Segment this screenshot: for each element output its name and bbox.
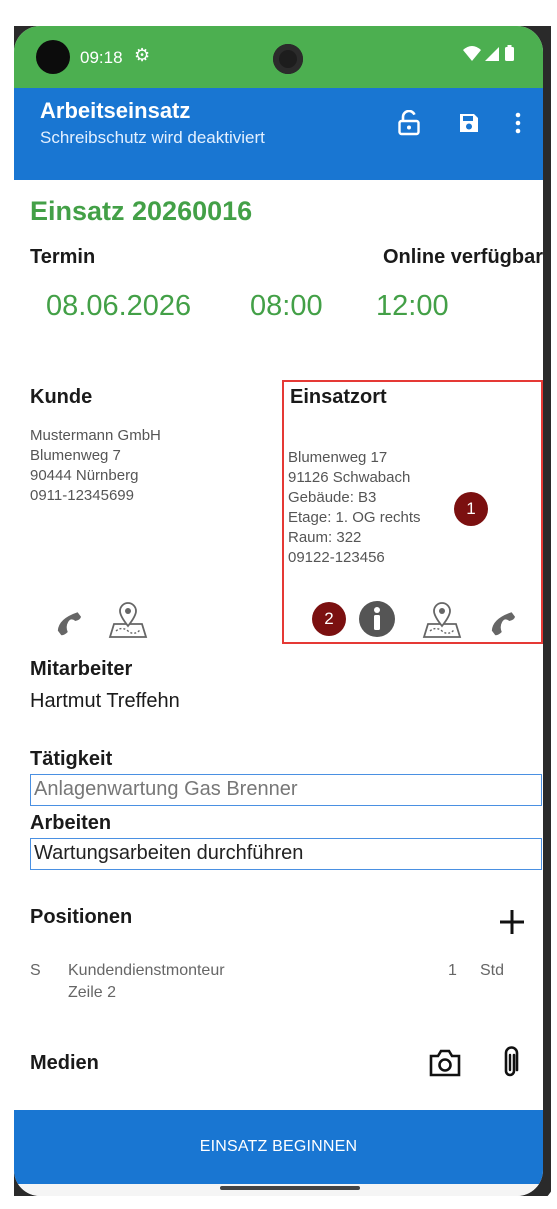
wifi-signal-battery-icon (463, 45, 514, 61)
frame-top-edge (0, 0, 557, 26)
position-name: Kundendienstmonteur (68, 962, 225, 979)
einsatzort-address: Blumenweg 17 91126 Schwabach Gebäude: B3… (288, 449, 421, 566)
status-bar: 09:18 ⚙ (14, 26, 543, 88)
frame-right-edge (551, 0, 557, 1209)
einsatz-title: Einsatz 20260016 (30, 196, 253, 226)
arbeiten-field[interactable]: Wartungsarbeiten durchführen (30, 838, 542, 870)
save-icon[interactable] (452, 106, 486, 140)
signal-battery-icons (461, 44, 523, 69)
device-frame: 09:18 ⚙ Arbeitseinsatz Schreibschutz wir… (0, 0, 557, 1209)
frame-bottom-edge (0, 1196, 557, 1209)
camera-icon[interactable] (428, 1048, 462, 1078)
screen: 09:18 ⚙ Arbeitseinsatz Schreibschutz wir… (14, 26, 543, 1196)
add-position-icon[interactable] (498, 908, 526, 936)
frame-left-edge (0, 0, 14, 1209)
termin-end-time[interactable]: 12:00 (376, 290, 449, 323)
unlock-icon[interactable] (392, 106, 426, 140)
annotation-badge-1: 1 (454, 492, 488, 526)
status-time: 09:18 (80, 48, 123, 67)
termin-date[interactable]: 08.06.2026 (46, 290, 191, 323)
einsatzort-phone-icon[interactable] (488, 608, 516, 638)
online-label: Online verfügbar (382, 246, 543, 268)
einsatz-beginnen-button[interactable]: EINSATZ BEGINNEN (14, 1110, 543, 1184)
app-bar: Arbeitseinsatz Schreibschutz wird deakti… (14, 88, 543, 180)
medien-label: Medien (30, 1052, 99, 1074)
position-unit: Std (480, 962, 505, 979)
settings-gear-icon: ⚙ (134, 45, 151, 65)
einsatzort-label: Einsatzort (290, 386, 387, 408)
attachment-icon[interactable] (500, 1046, 520, 1080)
app-subtitle: Schreibschutz wird deaktiviert (40, 128, 265, 147)
kunde-phone-icon[interactable] (54, 608, 82, 638)
more-vert-icon[interactable] (508, 106, 528, 140)
mitarbeiter-name: Hartmut Treffehn (30, 690, 180, 712)
mitarbeiter-label: Mitarbeiter (30, 658, 133, 680)
einsatzort-map-icon[interactable] (422, 600, 462, 640)
position-line2: Zeile 2 (68, 984, 117, 1001)
app-title: Arbeitseinsatz (40, 98, 191, 123)
front-camera (273, 44, 303, 74)
home-gesture-pill[interactable] (220, 1186, 360, 1190)
kunde-label: Kunde (30, 386, 93, 408)
kunde-map-icon[interactable] (108, 600, 148, 640)
kunde-address: Mustermann GmbH Blumenweg 7 90444 Nürnbe… (30, 427, 161, 504)
arbeiten-label: Arbeiten (30, 812, 112, 834)
info-icon[interactable] (358, 600, 396, 638)
termin-start-time[interactable]: 08:00 (250, 290, 323, 323)
system-nav-bar (14, 1184, 543, 1196)
einsatz-detail: Einsatz 20260016 Termin Online verfügbar… (14, 180, 543, 1110)
annotation-badge-2: 2 (312, 602, 346, 636)
camera-cutout (36, 40, 70, 74)
taetigkeit-label: Tätigkeit (30, 748, 113, 770)
position-qty: 1 (448, 962, 457, 979)
taetigkeit-field[interactable]: Anlagenwartung Gas Brenner (30, 774, 542, 806)
positionen-label: Positionen (30, 906, 133, 928)
position-type: S (30, 962, 41, 979)
termin-label: Termin (30, 246, 96, 268)
